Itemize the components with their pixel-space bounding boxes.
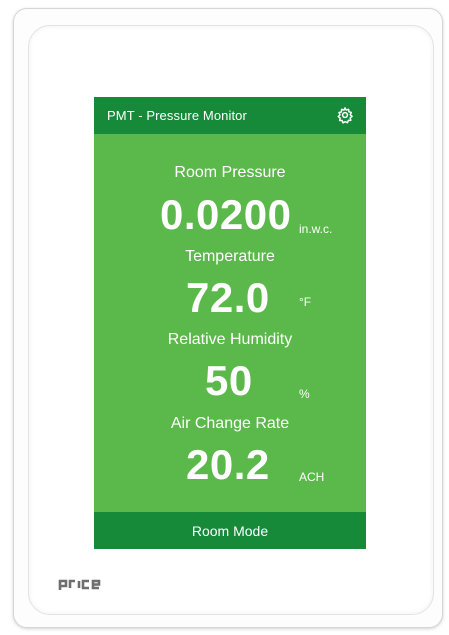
temperature-label: Temperature [185, 248, 275, 265]
room-pressure-label: Room Pressure [174, 164, 286, 181]
humidity-value: 50 [205, 357, 253, 404]
readings-panel: Room Pressure 0.0200 in.w.c. Temperature… [94, 134, 366, 512]
humidity-label: Relative Humidity [167, 331, 293, 348]
air-change-rate-label: Air Change Rate [170, 415, 290, 432]
room-mode-label: Room Mode [191, 523, 269, 539]
room-pressure-unit: in.w.c. [299, 222, 333, 236]
display-screen: PMT - Pressure Monitor Room Pressure 0.0… [94, 97, 366, 549]
gear-icon[interactable] [336, 106, 354, 124]
screen-title: PMT - Pressure Monitor [107, 108, 247, 123]
temperature-value: 72.0 [186, 274, 270, 321]
room-pressure-value: 0.0200 [160, 191, 292, 238]
air-change-rate-unit: ACH [299, 470, 325, 484]
room-mode-button[interactable]: Room Mode [94, 512, 366, 549]
price-logo [58, 579, 101, 590]
humidity-unit: % [299, 387, 310, 401]
temperature-unit: °F [299, 295, 312, 309]
title-bar: PMT - Pressure Monitor [94, 97, 366, 134]
air-change-rate-value: 20.2 [186, 441, 270, 488]
